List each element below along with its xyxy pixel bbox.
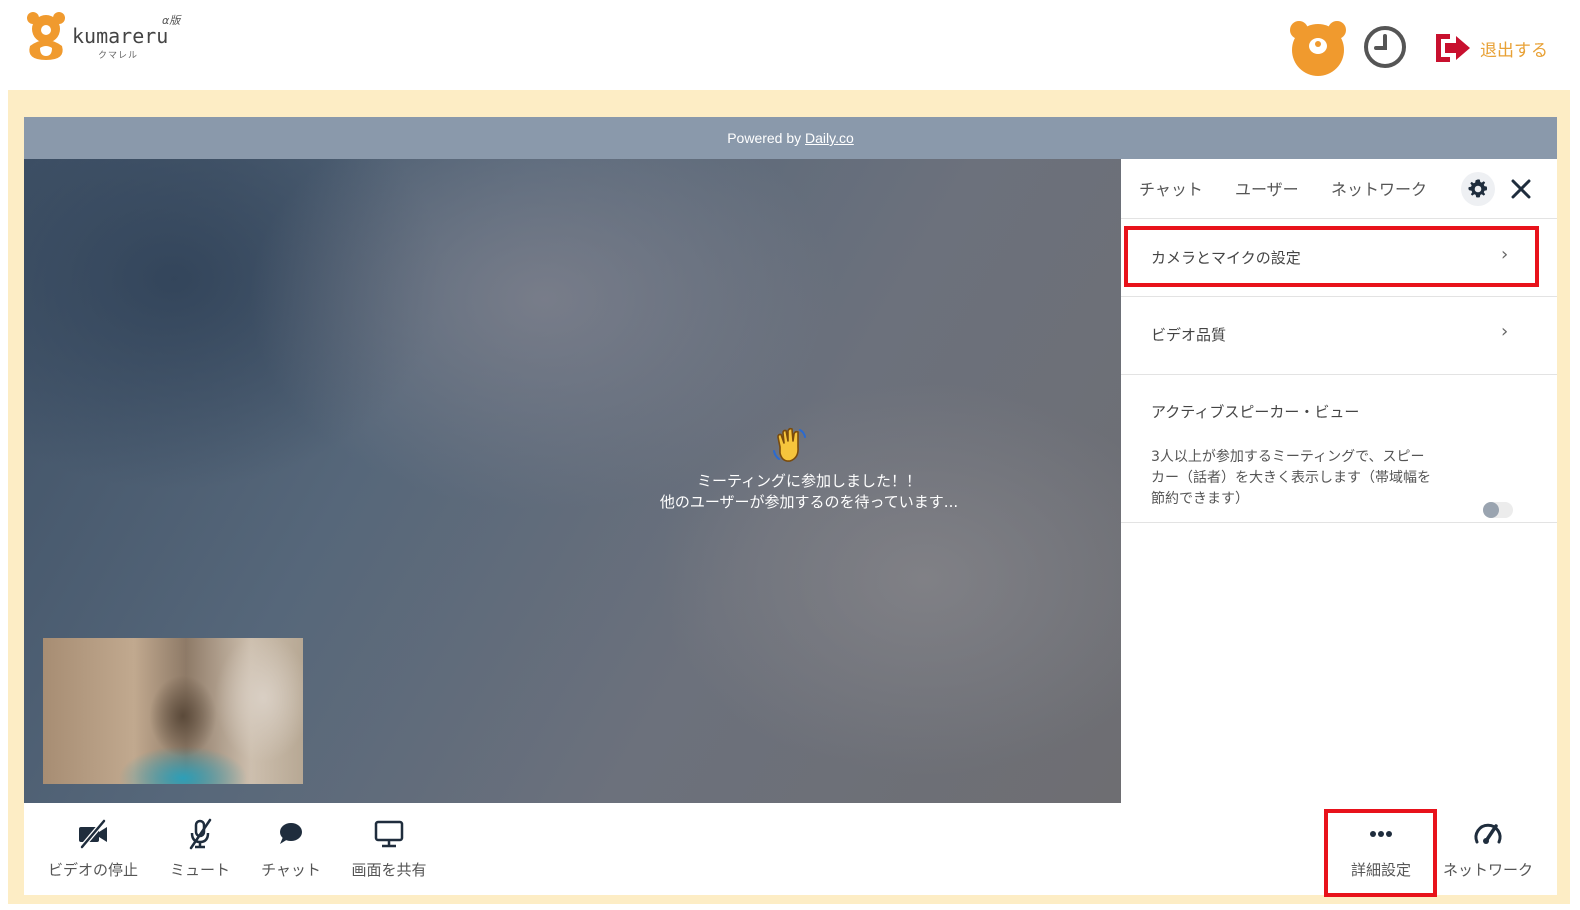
stop-video-label: ビデオの停止 [47, 861, 138, 879]
video-quality-item[interactable]: ビデオ品質 › [1121, 297, 1557, 375]
active-speaker-description: 3人以上が参加するミーティングで、スピーカー（話者）を大きく表示します（帯域幅を… [1151, 449, 1431, 507]
tab-users[interactable]: ユーザー [1235, 176, 1299, 200]
joined-message-line2: 他のユーザーが参加するのを待っています... [659, 493, 959, 511]
camera-mic-settings-label: カメラとマイクの設定 [1151, 249, 1301, 267]
chat-button[interactable]: チャット [254, 803, 328, 895]
chat-bubble-icon [280, 823, 302, 844]
mic-off-icon [189, 818, 212, 850]
video-off-icon [79, 818, 107, 850]
user-avatar-icon[interactable] [1289, 20, 1347, 76]
monitor-icon [374, 820, 404, 848]
settings-tab-button[interactable] [1461, 172, 1495, 206]
speedometer-icon [1474, 823, 1502, 844]
exit-arrow-icon [1436, 34, 1470, 62]
network-button[interactable]: ネットワーク [1436, 803, 1540, 895]
tab-network[interactable]: ネットワーク [1331, 176, 1427, 200]
advanced-settings-button[interactable]: 詳細設定 [1336, 803, 1426, 895]
gear-icon [1468, 179, 1488, 198]
logo-wordmark: kumareru [72, 24, 169, 48]
advanced-settings-label: 詳細設定 [1350, 861, 1411, 879]
network-label: ネットワーク [1442, 861, 1533, 879]
panel-tab-bar: チャット ユーザー ネットワーク [1121, 159, 1557, 219]
video-quality-label: ビデオ品質 [1151, 326, 1227, 344]
camera-mic-settings-item[interactable]: カメラとマイクの設定 › [1121, 219, 1557, 297]
powered-by-banner: Powered by Daily.co [24, 117, 1557, 159]
clock-history-icon[interactable] [1362, 24, 1408, 70]
daily-co-link[interactable]: Daily.co [805, 130, 854, 146]
call-toolbar: ビデオの停止 ミュート チャット 画面を共有 詳細設定 ネットワーク [24, 803, 1557, 895]
app-header: kumareru α版 クマレル 退出する [0, 0, 1580, 90]
chevron-right-icon: › [1501, 321, 1509, 342]
close-panel-icon[interactable] [1507, 175, 1535, 203]
stop-video-button[interactable]: ビデオの停止 [40, 803, 146, 895]
mute-button[interactable]: ミュート [154, 803, 246, 895]
active-speaker-label: アクティブスピーカー・ビュー [1151, 403, 1360, 421]
main-video-area: ミーティングに参加しました！！ 他のユーザーが参加するのを待っています... [24, 159, 1121, 803]
bear-logo-icon [27, 12, 65, 60]
joined-message-line1: ミーティングに参加しました！！ [696, 472, 922, 490]
chat-label: チャット [261, 861, 321, 879]
active-speaker-view-item: アクティブスピーカー・ビュー 3人以上が参加するミーティングで、スピーカー（話者… [1121, 375, 1557, 523]
waving-hand-icon [773, 427, 806, 462]
active-speaker-toggle[interactable] [1483, 502, 1513, 518]
self-video-preview[interactable] [43, 638, 303, 784]
logo-version-badge: α版 [162, 14, 181, 27]
toggle-knob [1483, 502, 1499, 518]
kumareru-logo[interactable]: kumareru α版 クマレル [24, 10, 204, 66]
logout-button[interactable]: 退出する [1432, 28, 1548, 68]
chevron-right-icon: › [1501, 244, 1509, 265]
mute-label: ミュート [169, 861, 230, 879]
powered-by-text: Powered by [727, 130, 806, 146]
more-dots-icon [1370, 831, 1392, 837]
waiting-message: ミーティングに参加しました！！ 他のユーザーが参加するのを待っています... [584, 471, 1034, 513]
logo-katakana: クマレル [98, 51, 139, 61]
tab-chat[interactable]: チャット [1139, 176, 1203, 200]
logout-label: 退出する [1480, 40, 1548, 61]
share-screen-label: 画面を共有 [351, 861, 427, 879]
share-screen-button[interactable]: 画面を共有 [344, 803, 434, 895]
settings-panel: チャット ユーザー ネットワーク カメラとマイクの設定 › ビデオ品質 › アク… [1121, 159, 1557, 803]
